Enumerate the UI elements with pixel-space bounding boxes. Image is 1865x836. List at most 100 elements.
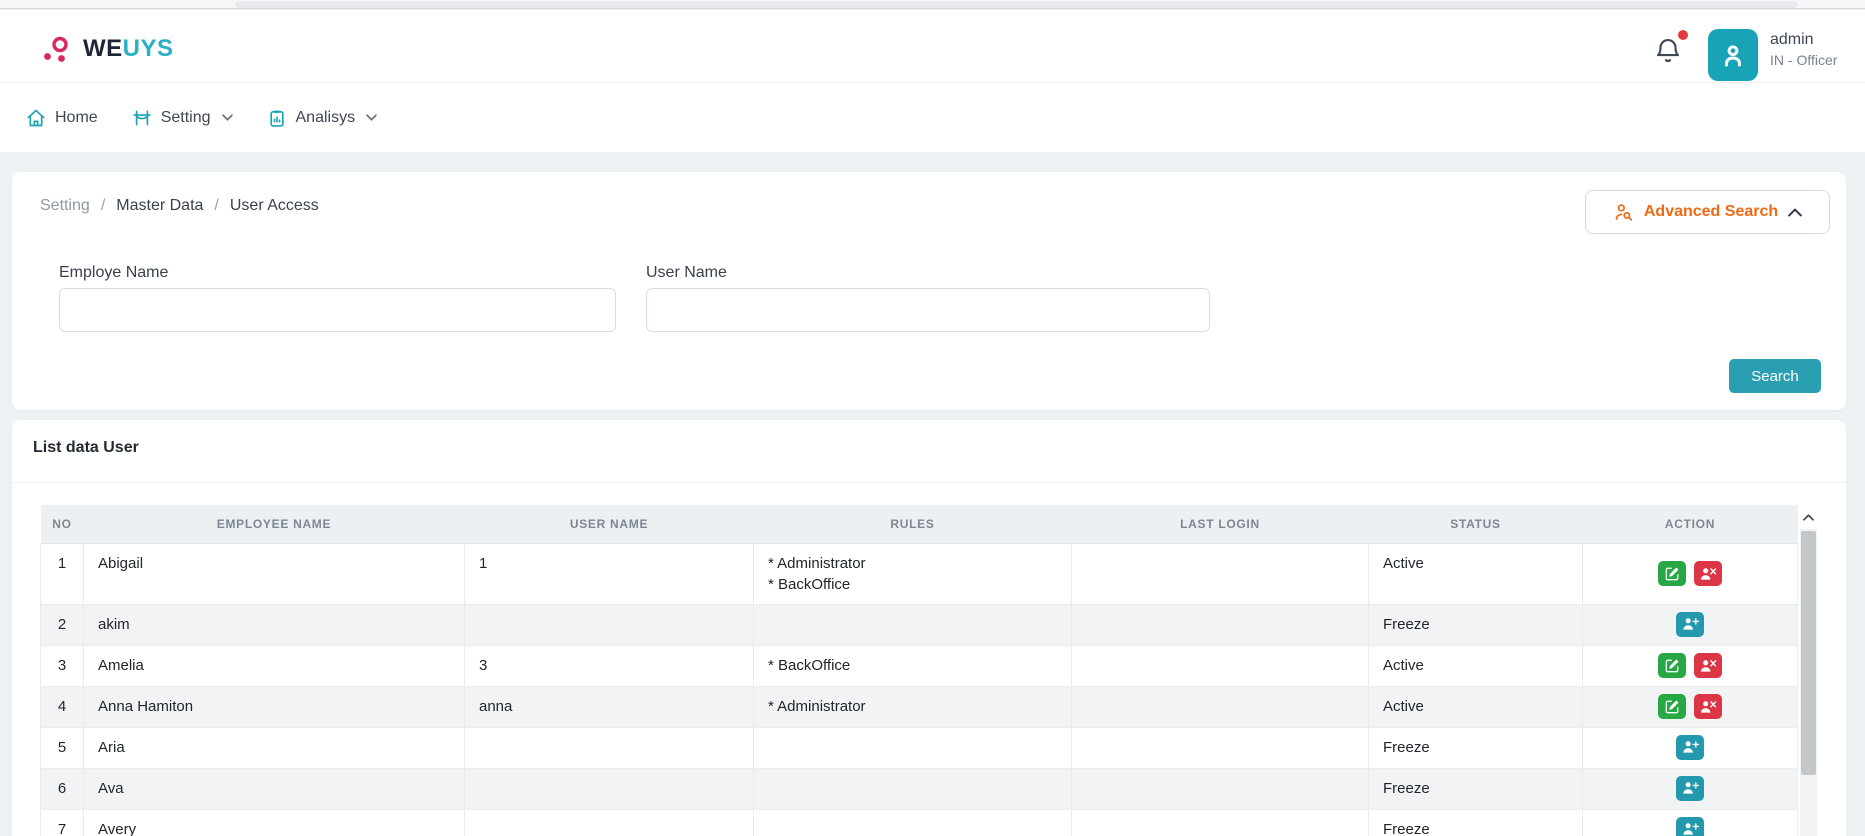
cell-user-name xyxy=(464,726,754,769)
cell-rules xyxy=(753,726,1072,769)
nav-label-setting: Setting xyxy=(160,108,211,126)
logo-circles-icon xyxy=(44,36,68,62)
table-row: 1 Abigail 1 * Administrator * BackOffice Acti… xyxy=(40,542,1798,605)
col-header-employee-name: EMPLOYEE NAME xyxy=(83,505,465,544)
cell-no: 5 xyxy=(40,726,84,769)
cell-status: Freeze xyxy=(1368,808,1583,836)
cell-status: Freeze xyxy=(1368,726,1583,769)
col-header-user-name: USER NAME xyxy=(464,505,754,544)
user-x-icon xyxy=(1700,659,1716,672)
edit-user-button[interactable] xyxy=(1658,693,1686,719)
vscrollbar-thumb[interactable] xyxy=(1801,531,1816,775)
edit-icon xyxy=(1665,700,1678,713)
table-row: 4 Anna Hamiton anna * Administrator Active xyxy=(40,685,1798,728)
main-nav: Home Setting Analisys xyxy=(0,82,1865,152)
user-meta: admin IN - Officer xyxy=(1770,31,1837,68)
remove-user-button[interactable] xyxy=(1694,653,1722,678)
cell-status: Active xyxy=(1368,685,1583,728)
edit-user-button[interactable] xyxy=(1658,652,1686,678)
cell-last-login xyxy=(1071,603,1369,646)
cell-action xyxy=(1582,808,1798,836)
notifications-button[interactable] xyxy=(1653,30,1688,68)
employe-name-label: Employe Name xyxy=(59,264,169,281)
advanced-search-label: Advanced Search xyxy=(1643,203,1779,220)
breadcrumb-setting[interactable]: Setting xyxy=(40,197,90,215)
breadcrumb-separator: / xyxy=(100,197,106,214)
chevron-up-icon xyxy=(1788,208,1802,216)
cell-action xyxy=(1582,726,1798,769)
list-data-card: List data User NO EMPLOYEE NAME USER NAM… xyxy=(12,420,1846,836)
search-button[interactable]: Search xyxy=(1729,359,1821,393)
cell-last-login xyxy=(1071,644,1369,687)
nav-label-analisys: Analisys xyxy=(295,108,356,126)
notification-badge xyxy=(1678,30,1688,40)
scroll-up-button[interactable] xyxy=(1800,505,1817,529)
col-header-last-login: LAST LOGIN xyxy=(1071,505,1369,544)
nav-item-setting[interactable]: Setting xyxy=(132,108,233,128)
table-row: 7 Avery Freeze xyxy=(40,808,1798,836)
cell-employee-name: Amelia xyxy=(83,644,465,687)
advanced-search-button[interactable]: Advanced Search xyxy=(1585,190,1830,234)
remove-user-button[interactable] xyxy=(1694,694,1722,719)
cell-rules: * BackOffice xyxy=(753,644,1072,687)
activate-user-button[interactable] xyxy=(1676,816,1704,836)
breadcrumb-user-access[interactable]: User Access xyxy=(230,197,319,215)
bell-icon xyxy=(1656,39,1680,63)
cell-rules xyxy=(753,767,1072,810)
app-header: WEUYS admin IN - Officer xyxy=(0,10,1865,82)
user-name-input[interactable] xyxy=(646,288,1210,332)
hscrollbar-thumb[interactable] xyxy=(235,1,1798,8)
app-logo[interactable]: WEUYS xyxy=(40,32,174,66)
rule-item: * Administrator xyxy=(768,554,866,572)
table-vscrollbar[interactable] xyxy=(1800,505,1817,836)
cell-rules xyxy=(753,808,1072,836)
divider xyxy=(12,482,1846,483)
cell-action xyxy=(1582,644,1798,687)
cell-employee-name: Ava xyxy=(83,767,465,810)
table-row: 6 Ava Freeze xyxy=(40,767,1798,810)
nav-item-home[interactable]: Home xyxy=(26,108,98,128)
cell-last-login xyxy=(1071,726,1369,769)
cell-employee-name: Aria xyxy=(83,726,465,769)
user-plus-icon xyxy=(1682,618,1699,630)
cell-employee-name: akim xyxy=(83,603,465,646)
cell-no: 6 xyxy=(40,767,84,810)
cell-no: 3 xyxy=(40,644,84,687)
cell-status: Freeze xyxy=(1368,767,1583,810)
cell-user-name: 3 xyxy=(464,644,754,687)
activate-user-button[interactable] xyxy=(1676,611,1704,637)
cell-employee-name: Anna Hamiton xyxy=(83,685,465,728)
cell-action xyxy=(1582,767,1798,810)
browser-hscrollbar[interactable] xyxy=(0,0,1865,9)
user-plus-icon xyxy=(1682,741,1699,753)
employe-name-input[interactable] xyxy=(59,288,616,332)
cell-employee-name: Abigail xyxy=(83,542,465,605)
user-name-label: User Name xyxy=(646,264,727,281)
cell-rules: * Administrator xyxy=(753,685,1072,728)
remove-user-button[interactable] xyxy=(1694,561,1722,586)
activate-user-button[interactable] xyxy=(1676,734,1704,760)
cell-rules xyxy=(753,603,1072,646)
user-plus-icon xyxy=(1682,823,1699,835)
nav-label-home: Home xyxy=(55,108,98,126)
col-header-action: ACTION xyxy=(1582,505,1798,544)
rule-item: * Administrator xyxy=(768,697,866,715)
person-icon xyxy=(1725,45,1741,67)
col-header-no: NO xyxy=(40,505,84,544)
cell-employee-name: Avery xyxy=(83,808,465,836)
nav-item-analisys[interactable]: Analisys xyxy=(267,108,378,128)
cell-no: 4 xyxy=(40,685,84,728)
rule-item: * BackOffice xyxy=(768,656,851,674)
activate-user-button[interactable] xyxy=(1676,775,1704,801)
breadcrumb-master-data[interactable]: Master Data xyxy=(116,197,203,215)
filter-card: Setting / Master Data / User Access Adva… xyxy=(12,172,1846,410)
cell-user-name xyxy=(464,603,754,646)
rule-item: * BackOffice xyxy=(768,575,851,593)
edit-user-button[interactable] xyxy=(1658,560,1686,586)
user-avatar[interactable] xyxy=(1708,29,1758,81)
cell-status: Freeze xyxy=(1368,603,1583,646)
cell-no: 7 xyxy=(40,808,84,836)
cell-no: 2 xyxy=(40,603,84,646)
cell-user-name xyxy=(464,767,754,810)
user-table: NO EMPLOYEE NAME USER NAME RULES LAST LO… xyxy=(40,505,1798,836)
